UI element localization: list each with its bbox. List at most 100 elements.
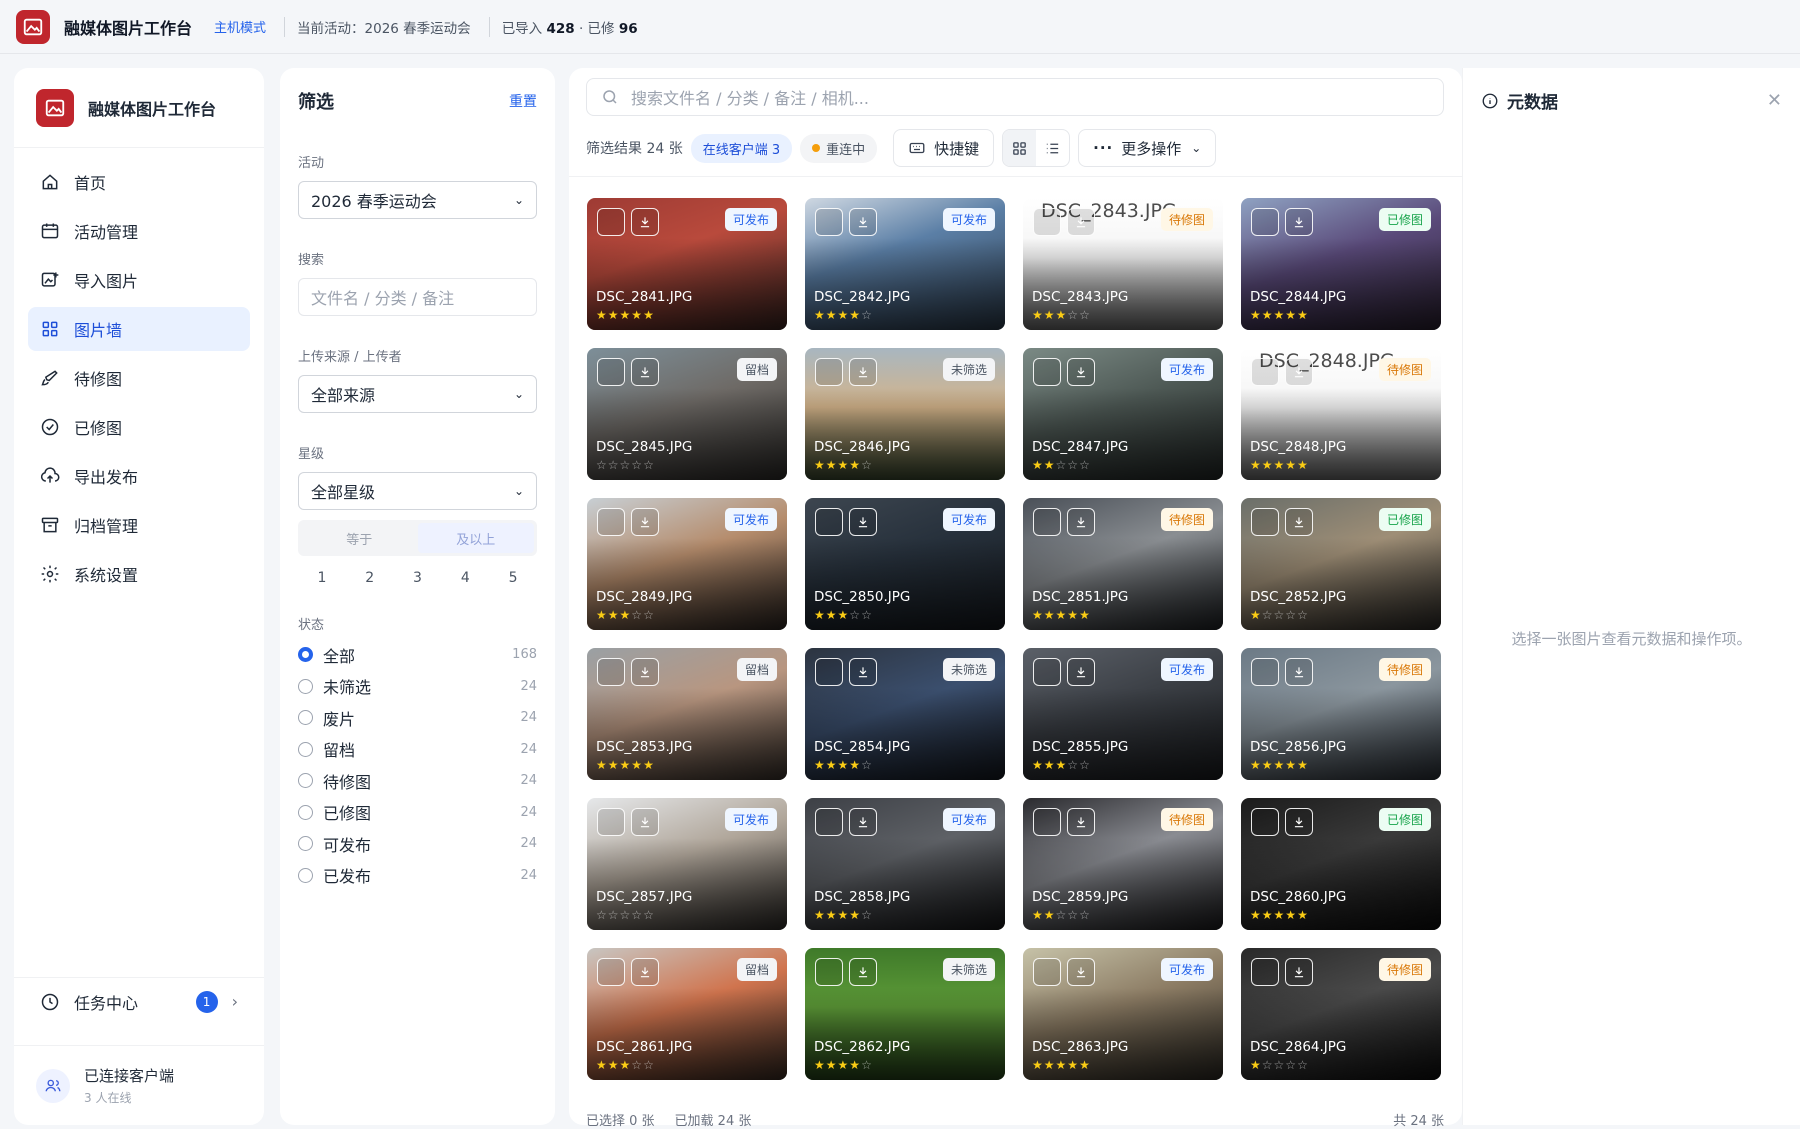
star-rating[interactable]: ★★★★☆ [814,908,873,922]
download-button[interactable] [631,358,659,386]
download-button[interactable] [1285,658,1313,686]
star-rating[interactable]: ★★☆☆☆ [1032,458,1091,472]
star-rating[interactable]: ★★★★☆ [814,308,873,322]
status-radio[interactable]: 全部 168 [298,639,537,671]
download-button[interactable] [631,508,659,536]
select-checkbox[interactable] [815,958,843,986]
photo-card[interactable]: DSC_2843.JPG 待修图 DSC_2843.JPG ★★★☆☆ [1023,198,1223,330]
sidebar-item-calendar[interactable]: 活动管理 [28,209,250,253]
download-button[interactable] [1067,658,1095,686]
star-rating[interactable]: ★★★★★ [596,308,655,322]
select-checkbox[interactable] [1033,358,1061,386]
task-center-button[interactable]: 任务中心 1 › [14,977,264,1025]
star-level-option[interactable]: 1 [317,570,326,586]
select-checkbox[interactable] [1251,208,1279,236]
status-radio[interactable]: 废片 24 [298,702,537,734]
select-checkbox[interactable] [1251,658,1279,686]
star-rating[interactable]: ★★★☆☆ [1032,308,1091,322]
select-checkbox[interactable] [815,208,843,236]
photo-card[interactable]: 可发布 DSC_2863.JPG ★★★★★ [1023,948,1223,1080]
photo-card[interactable]: 未筛选 DSC_2854.JPG ★★★★☆ [805,648,1005,780]
photo-card[interactable]: 留档 DSC_2845.JPG ☆☆☆☆☆ [587,348,787,480]
star-rating[interactable]: ★★★☆☆ [814,608,873,622]
status-radio[interactable]: 未筛选 24 [298,671,537,703]
select-checkbox[interactable] [597,808,625,836]
sidebar-item-upload-cloud[interactable]: 导出发布 [28,454,250,498]
status-radio[interactable]: 已修图 24 [298,797,537,829]
star-rating[interactable]: ★★★★★ [1250,758,1309,772]
star-rating[interactable]: ★★★★☆ [814,1058,873,1072]
download-button[interactable] [631,808,659,836]
select-checkbox[interactable] [1033,808,1061,836]
star-rating[interactable]: ★★★☆☆ [1032,758,1091,772]
select-checkbox[interactable] [815,808,843,836]
more-actions-button[interactable]: ··· 更多操作 ⌄ [1078,129,1217,167]
download-button[interactable] [1067,208,1095,236]
star-rating[interactable]: ★★★☆☆ [596,1058,655,1072]
star-rating[interactable]: ★★★★★ [1032,608,1091,622]
photo-card[interactable]: 已修图 DSC_2860.JPG ★★★★★ [1241,798,1441,930]
sidebar-item-grid[interactable]: 图片墙 [28,307,250,351]
sidebar-item-brush[interactable]: 待修图 [28,356,250,400]
rating-select[interactable]: 全部星级 ⌄ [298,472,537,510]
photo-card[interactable]: 已修图 DSC_2844.JPG ★★★★★ [1241,198,1441,330]
photo-card[interactable]: 留档 DSC_2853.JPG ★★★★★ [587,648,787,780]
download-button[interactable] [1067,508,1095,536]
download-button[interactable] [849,658,877,686]
star-level-option[interactable]: 2 [365,570,374,586]
sidebar-item-archive[interactable]: 归档管理 [28,503,250,547]
select-checkbox[interactable] [1033,208,1061,236]
download-button[interactable] [849,508,877,536]
download-button[interactable] [849,358,877,386]
status-radio[interactable]: 待修图 24 [298,765,537,797]
star-rating[interactable]: ☆☆☆☆☆ [596,908,655,922]
star-rating[interactable]: ★★★☆☆ [596,608,655,622]
select-checkbox[interactable] [1251,808,1279,836]
download-button[interactable] [849,958,877,986]
photo-card[interactable]: 已修图 DSC_2852.JPG ★☆☆☆☆ [1241,498,1441,630]
download-button[interactable] [1285,808,1313,836]
reset-button[interactable]: 重置 [509,91,537,111]
star-rating[interactable]: ★★★★★ [596,758,655,772]
photo-card[interactable]: 待修图 DSC_2851.JPG ★★★★★ [1023,498,1223,630]
select-checkbox[interactable] [597,208,625,236]
photo-card[interactable]: 可发布 DSC_2855.JPG ★★★☆☆ [1023,648,1223,780]
photo-card[interactable]: 可发布 DSC_2842.JPG ★★★★☆ [805,198,1005,330]
download-button[interactable] [1285,508,1313,536]
shortcut-button[interactable]: 快捷键 [893,129,995,167]
download-button[interactable] [1067,958,1095,986]
photo-card[interactable]: 待修图 DSC_2859.JPG ★★☆☆☆ [1023,798,1223,930]
download-button[interactable] [1067,808,1095,836]
download-button[interactable] [849,208,877,236]
sidebar-item-check-circle[interactable]: 已修图 [28,405,250,449]
select-checkbox[interactable] [1033,658,1061,686]
download-button[interactable] [631,958,659,986]
select-checkbox[interactable] [1033,508,1061,536]
photo-card[interactable]: 可发布 DSC_2847.JPG ★★☆☆☆ [1023,348,1223,480]
select-checkbox[interactable] [1251,958,1279,986]
select-checkbox[interactable] [1251,508,1279,536]
list-view-button[interactable] [1036,130,1069,166]
filter-search-input[interactable]: 文件名 / 分类 / 备注 [298,278,537,316]
select-checkbox[interactable] [815,508,843,536]
select-checkbox[interactable] [597,358,625,386]
select-checkbox[interactable] [1033,958,1061,986]
sidebar-item-gear[interactable]: 系统设置 [28,552,250,596]
star-rating[interactable]: ★☆☆☆☆ [1250,608,1309,622]
photo-card[interactable]: 可发布 DSC_2858.JPG ★★★★☆ [805,798,1005,930]
photo-card[interactable]: 可发布 DSC_2857.JPG ☆☆☆☆☆ [587,798,787,930]
activity-select[interactable]: 2026 春季运动会 ⌄ [298,181,537,219]
mode-above-button[interactable]: 及以上 [417,523,534,553]
photo-card[interactable]: 可发布 DSC_2850.JPG ★★★☆☆ [805,498,1005,630]
photo-card[interactable]: 待修图 DSC_2856.JPG ★★★★★ [1241,648,1441,780]
download-button[interactable] [631,658,659,686]
download-button[interactable] [1285,358,1313,386]
star-rating[interactable]: ☆☆☆☆☆ [596,458,655,472]
status-radio[interactable]: 已发布 24 [298,860,537,892]
star-rating[interactable]: ★★★★★ [1032,1058,1091,1072]
photo-card[interactable]: 未筛选 DSC_2862.JPG ★★★★☆ [805,948,1005,1080]
download-button[interactable] [1285,958,1313,986]
star-level-option[interactable]: 4 [461,570,470,586]
star-level-option[interactable]: 3 [413,570,422,586]
select-checkbox[interactable] [815,358,843,386]
